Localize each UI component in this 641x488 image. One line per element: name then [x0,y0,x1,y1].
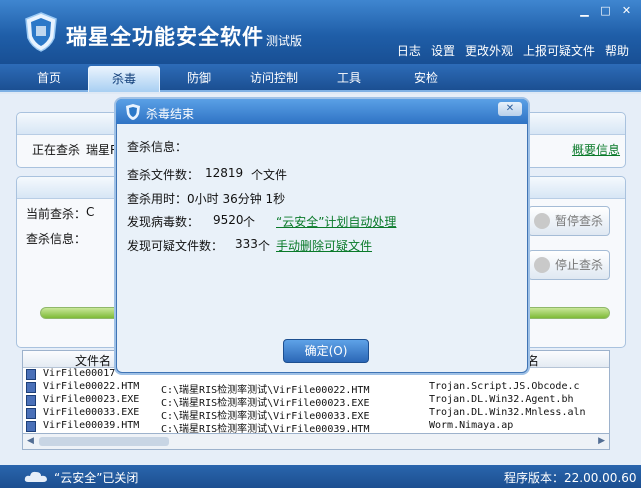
scan-info-label: 查杀信息： [26,232,87,246]
pause-icon [534,213,550,229]
file-icon [26,395,36,406]
manual-delete-suspicious-link[interactable]: 手动删除可疑文件 [276,237,372,254]
file-icon [26,382,36,393]
scanned-files-label: 查杀文件数： [127,168,200,182]
tab-security-check[interactable]: 安检 [390,66,462,90]
summary-info-link[interactable]: 概要信息 [572,141,620,158]
cloud-auto-process-link[interactable]: “云安全”计划自动处理 [276,213,396,230]
rising-shield-logo-icon [25,12,57,52]
ok-button[interactable]: 确定(O) [283,339,369,363]
dialog-info-heading: 查杀信息： [127,140,188,154]
maximize-icon[interactable]: □ [597,3,614,18]
tab-antivirus[interactable]: 杀毒 [88,66,160,92]
col-filename[interactable]: 文件名 [75,352,111,369]
suspicious-count-label: 发现可疑文件数： [127,239,224,253]
dialog-body: 查杀信息： 查杀文件数： 12819 个文件 查杀用时： 0小时 36分钟 1秒… [116,124,528,373]
virus-count-label: 发现病毒数： [127,215,200,229]
app-subtitle: 测试版 [266,34,303,48]
app-title: 瑞星全功能安全软件 [66,25,264,49]
tab-access-control[interactable]: 访问控制 [238,66,310,90]
main-nav: 首页 杀毒 防御 访问控制 工具 安检 [0,64,641,92]
help-link[interactable]: 帮助 [605,42,629,59]
scanned-files-unit: 个文件 [251,168,288,182]
col-virus-name[interactable]: 名 [527,352,539,369]
minimize-icon[interactable]: ▁ [576,3,593,18]
report-suspicious-link[interactable]: 上报可疑文件 [523,42,595,59]
stop-scan-button[interactable]: 停止查杀 [528,250,610,280]
dialog-title: 杀毒结束 [146,107,195,121]
suspicious-count-unit: 个 [258,239,271,253]
table-horizontal-scrollbar[interactable]: ◀ ▶ [22,434,610,450]
table-row[interactable]: VirFile00039.HTM C:\瑞星RIS检测率测试\VirFile00… [23,420,609,433]
program-version: 程序版本：22.00.00.60 [504,471,637,485]
rising-shield-logo-icon [126,104,140,120]
tab-defense[interactable]: 防御 [170,66,228,90]
scan-time-value: 0小时 36分钟 1秒 [187,192,286,206]
window-controls: ▁ □ ✕ [576,3,635,18]
log-link[interactable]: 日志 [397,42,421,59]
virus-count-unit: 个 [243,215,256,229]
scroll-right-icon[interactable]: ▶ [598,436,605,446]
scan-time-label: 查杀用时： [127,192,188,206]
status-bar: “云安全”已关闭 程序版本：22.00.00.60 [0,465,641,488]
cloud-icon [24,471,47,482]
table-row[interactable]: VirFile00022.HTM C:\瑞星RIS检测率测试\VirFile00… [23,381,609,396]
change-skin-link[interactable]: 更改外观 [465,42,513,59]
file-icon [26,408,36,419]
dialog-close-icon[interactable]: ✕ [498,102,522,116]
close-icon[interactable]: ✕ [618,3,635,18]
scan-status-target: 瑞星R [86,143,119,157]
scanned-files-value: 12819 [205,166,244,180]
top-links: 日志 设置 更改外观 上报可疑文件 帮助 [397,42,629,59]
current-scan-label: 当前查杀： [26,207,87,221]
table-row[interactable]: VirFile00033.EXE C:\瑞星RIS检测率测试\VirFile00… [23,407,609,422]
virus-count-value: 9520 [213,213,244,227]
scrollbar-thumb[interactable] [39,437,169,446]
table-row[interactable]: VirFile00023.EXE C:\瑞星RIS检测率测试\VirFile00… [23,394,609,409]
tab-tools[interactable]: 工具 [320,66,378,90]
dialog-titlebar: 杀毒结束 ✕ [116,99,528,124]
settings-link[interactable]: 设置 [431,42,455,59]
pause-scan-button[interactable]: 暂停查杀 [528,206,610,236]
scan-complete-dialog: 杀毒结束 ✕ 查杀信息： 查杀文件数： 12819 个文件 查杀用时： 0小时 … [116,99,528,373]
current-scan-value: C [86,205,95,219]
tab-home[interactable]: 首页 [20,66,78,90]
cloud-security-status[interactable]: “云安全”已关闭 [54,469,138,486]
app-header: 瑞星全功能安全软件 测试版 ▁ □ ✕ 日志 设置 更改外观 上报可疑文件 帮助 [0,0,641,64]
scan-status-prefix: 正在查杀 [32,143,81,157]
file-icon [26,421,36,432]
suspicious-count-value: 333 [235,237,258,251]
file-icon [26,369,36,380]
stop-icon [534,257,550,273]
scroll-left-icon[interactable]: ◀ [27,436,34,446]
